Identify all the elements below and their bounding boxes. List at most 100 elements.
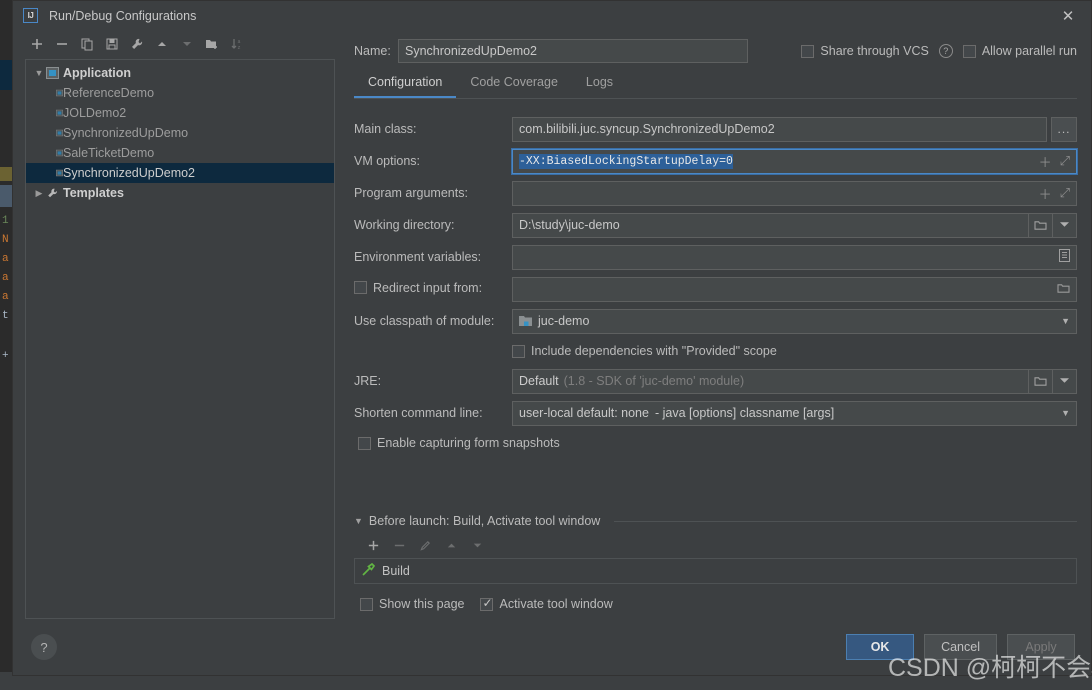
module-combobox[interactable]: juc-demo ▼ xyxy=(512,308,1077,334)
expand-icon[interactable]: ⤢ xyxy=(1060,153,1070,169)
tree-item-synchronizedupdemo[interactable]: ▸ SynchronizedUpDemo xyxy=(26,123,334,143)
shorten-command-line-row: Shorten command line: user-local default… xyxy=(354,397,1077,429)
module-icon xyxy=(519,315,532,327)
vm-options-value: -XX:BiasedLockingStartupDelay=0 xyxy=(519,153,733,169)
name-input[interactable] xyxy=(398,39,748,63)
chevron-down-icon[interactable] xyxy=(1053,212,1077,238)
working-directory-value: D:\study\juc-demo xyxy=(519,218,620,232)
show-this-page-checkbox[interactable]: Show this page xyxy=(360,597,464,611)
jre-row: JRE: Default (1.8 - SDK of 'juc-demo' mo… xyxy=(354,365,1077,397)
before-launch-task-label: Build xyxy=(382,564,410,578)
program-arguments-inline-actions: ＋ ⤢ xyxy=(1033,184,1070,203)
tree-node-application[interactable]: ▼ Application xyxy=(26,63,334,83)
bg-highlight-slate xyxy=(0,185,12,207)
new-folder-button[interactable] xyxy=(201,33,223,55)
chevron-down-icon[interactable]: ▼ xyxy=(1061,316,1070,326)
question-mark-icon[interactable]: ? xyxy=(938,44,953,58)
redirect-input-row: Redirect input from: xyxy=(354,273,1077,305)
tree-item-referencedemo[interactable]: ▸ ReferenceDemo xyxy=(26,83,334,103)
main-class-input[interactable]: com.bilibili.juc.syncup.SynchronizedUpDe… xyxy=(512,116,1047,142)
wrench-icon xyxy=(46,187,63,199)
environment-variables-input[interactable] xyxy=(512,244,1077,270)
checkbox-box xyxy=(480,596,494,611)
redirect-input-control xyxy=(512,276,1077,302)
cancel-button[interactable]: Cancel xyxy=(924,634,997,660)
copy-configuration-button[interactable] xyxy=(76,33,98,55)
show-this-page-label: Show this page xyxy=(379,597,465,611)
add-task-button[interactable] xyxy=(362,534,384,556)
before-launch-divider xyxy=(614,520,1077,522)
checkbox-box xyxy=(360,597,373,611)
configurations-pane: az ▼ Application ▸ ReferenceDemo xyxy=(13,30,346,619)
edit-task-button[interactable] xyxy=(414,534,436,556)
close-icon[interactable]: ✕ xyxy=(1045,1,1091,30)
tree-node-templates[interactable]: ▶ Templates xyxy=(26,183,334,203)
activate-tool-window-checkbox[interactable]: Activate tool window xyxy=(480,596,613,611)
move-up-button[interactable] xyxy=(151,33,173,55)
help-button[interactable]: ? xyxy=(31,634,57,660)
environment-variables-control xyxy=(512,244,1077,270)
main-class-control: com.bilibili.juc.syncup.SynchronizedUpDe… xyxy=(512,116,1077,142)
tab-logs[interactable]: Logs xyxy=(572,75,627,98)
folder-icon[interactable] xyxy=(1029,368,1053,394)
chevron-down-icon[interactable]: ▼ xyxy=(1061,408,1070,418)
before-launch-task-list[interactable]: Build xyxy=(354,558,1077,584)
working-directory-input[interactable]: D:\study\juc-demo xyxy=(512,212,1029,238)
dialog-body: az ▼ Application ▸ ReferenceDemo xyxy=(13,30,1091,619)
move-down-button[interactable] xyxy=(176,33,198,55)
tab-configuration[interactable]: Configuration xyxy=(354,75,457,98)
include-provided-checkbox[interactable]: Include dependencies with "Provided" sco… xyxy=(512,344,777,358)
share-through-vcs-checkbox[interactable]: Share through VCS xyxy=(801,44,929,58)
folder-icon[interactable] xyxy=(1057,282,1070,297)
vm-options-row: VM options: -XX:BiasedLockingStartupDela… xyxy=(354,145,1078,177)
activate-tool-window-label: Activate tool window xyxy=(499,597,613,611)
chevron-down-icon[interactable]: ▼ xyxy=(32,68,46,78)
tree-item-joldemo2[interactable]: ▸ JOLDemo2 xyxy=(26,103,334,123)
vm-options-input[interactable]: -XX:BiasedLockingStartupDelay=0 ＋ ⤢ xyxy=(511,147,1078,175)
allow-parallel-run-checkbox[interactable]: Allow parallel run xyxy=(962,44,1077,58)
folder-icon[interactable] xyxy=(1029,212,1053,238)
main-class-browse-button[interactable]: ... xyxy=(1051,116,1077,142)
apply-button[interactable]: Apply xyxy=(1007,634,1075,660)
configurations-tree[interactable]: ▼ Application ▸ ReferenceDemo ▸ xyxy=(25,59,335,619)
chevron-down-icon[interactable]: ▼ xyxy=(354,516,363,526)
plus-icon[interactable]: ＋ xyxy=(1039,184,1052,203)
ok-button[interactable]: OK xyxy=(846,634,915,660)
tree-indent: ▸ xyxy=(32,88,46,99)
redirect-input-field[interactable] xyxy=(512,276,1077,302)
tree-item-synchronizedupdemo2[interactable]: ▸ SynchronizedUpDemo2 xyxy=(26,163,334,184)
add-configuration-button[interactable] xyxy=(26,33,48,55)
use-classpath-label: Use classpath of module: xyxy=(354,314,495,328)
redirect-input-checkbox[interactable]: Redirect input from: xyxy=(354,281,482,295)
editor-tabs: Configuration Code Coverage Logs xyxy=(354,68,1077,98)
plus-icon[interactable]: ＋ xyxy=(1039,152,1052,171)
chevron-down-icon[interactable] xyxy=(1053,368,1077,394)
allow-parallel-run-label: Allow parallel run xyxy=(981,44,1077,58)
dialog-title: Run/Debug Configurations xyxy=(49,8,197,23)
tree-indent: ▸ xyxy=(32,128,46,139)
before-launch-header: ▼ Before launch: Build, Activate tool wi… xyxy=(354,510,1077,532)
enable-snapshots-checkbox[interactable]: Enable capturing form snapshots xyxy=(358,436,560,450)
chevron-right-icon[interactable]: ▶ xyxy=(32,188,46,199)
edit-templates-button[interactable] xyxy=(126,33,148,55)
task-up-button[interactable] xyxy=(440,534,462,556)
program-arguments-input[interactable]: ＋ ⤢ xyxy=(512,180,1077,206)
jre-input[interactable]: Default (1.8 - SDK of 'juc-demo' module) xyxy=(512,368,1029,394)
expand-icon[interactable]: ⤢ xyxy=(1060,185,1070,201)
checkbox-box xyxy=(358,436,371,450)
before-launch-toolbar xyxy=(354,532,1077,558)
tree-item-label: SynchronizedUpDemo2 xyxy=(63,166,196,181)
remove-configuration-button[interactable] xyxy=(51,33,73,55)
tab-code-coverage[interactable]: Code Coverage xyxy=(456,75,572,98)
configuration-form: Main class: com.bilibili.juc.syncup.Sync… xyxy=(354,99,1078,619)
checkbox-box xyxy=(962,44,976,58)
shorten-command-line-combobox[interactable]: user-local default: none - java [options… xyxy=(512,400,1077,426)
before-launch-title: Before launch: Build, Activate tool wind… xyxy=(368,514,601,528)
save-configuration-button[interactable] xyxy=(101,33,123,55)
tree-item-saleticketdemo[interactable]: ▸ SaleTicketDemo xyxy=(26,143,334,163)
remove-task-button[interactable] xyxy=(388,534,410,556)
list-icon[interactable] xyxy=(1059,249,1070,265)
task-down-button[interactable] xyxy=(466,534,488,556)
sort-configurations-button[interactable]: az xyxy=(226,33,248,55)
tree-item-label: SynchronizedUpDemo xyxy=(63,126,189,141)
